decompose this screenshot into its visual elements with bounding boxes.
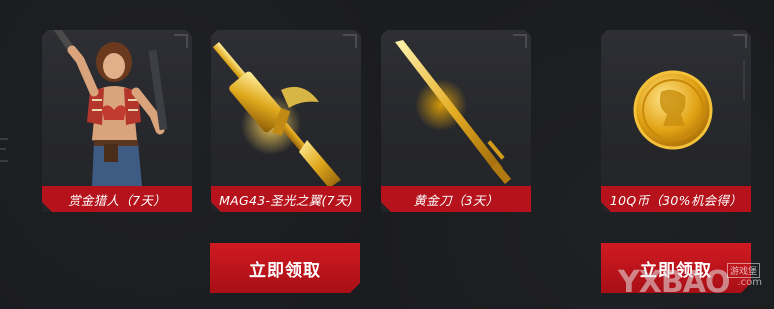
side-decoration xyxy=(0,138,8,162)
golden-blade-icon xyxy=(381,30,531,190)
card-corner-decoration xyxy=(343,34,357,48)
reward-card-bounty-hunter[interactable]: 赏金猎人（7天） xyxy=(42,30,192,212)
card-side-decoration xyxy=(743,60,745,100)
watermark-brand: YXBAO xyxy=(618,265,730,300)
watermark: YXBAO 游戏堡 .com xyxy=(618,261,768,301)
watermark-url: .com xyxy=(737,277,762,288)
reward-label: 10Q币（30%机会得） xyxy=(601,186,751,212)
reward-label: MAG43-圣光之翼(7天) xyxy=(211,186,361,212)
reward-card-golden-blade[interactable]: 黄金刀（3天） xyxy=(381,30,531,212)
reward-label: 黄金刀（3天） xyxy=(381,186,531,212)
bounty-hunter-character-icon xyxy=(42,30,192,190)
reward-label: 赏金猎人（7天） xyxy=(42,186,192,212)
card-corner-decoration xyxy=(513,34,527,48)
golden-rifle-icon xyxy=(211,30,361,190)
card-corner-decoration xyxy=(174,34,188,48)
gold-coin-icon xyxy=(601,30,751,190)
claim-button-left[interactable]: 立即领取 xyxy=(210,243,360,293)
reward-card-q-coin[interactable]: 10Q币（30%机会得） xyxy=(601,30,751,212)
watermark-tag: 游戏堡 xyxy=(726,263,760,278)
card-corner-decoration xyxy=(733,34,747,48)
reward-card-golden-rifle[interactable]: MAG43-圣光之翼(7天) xyxy=(211,30,361,212)
